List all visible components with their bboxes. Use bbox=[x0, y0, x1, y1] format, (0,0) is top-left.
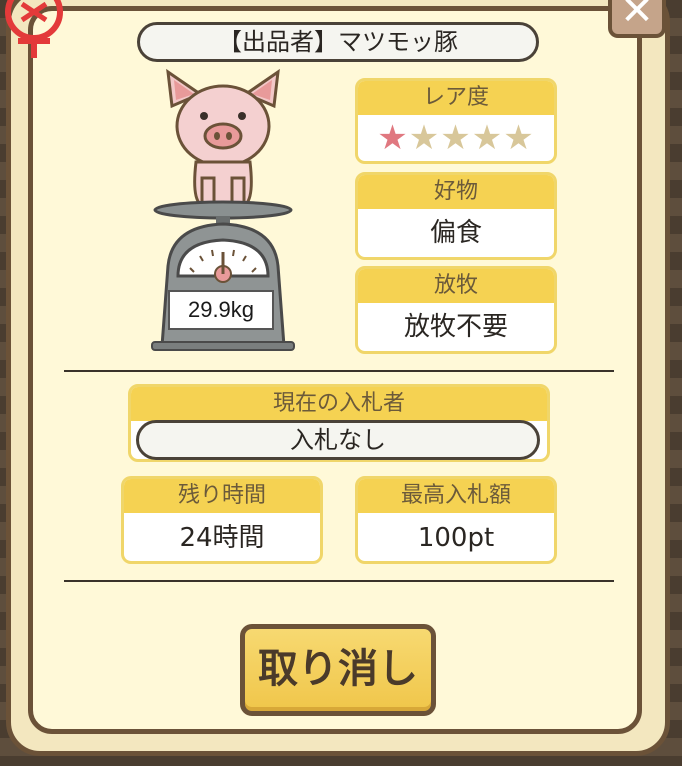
favorite-value: 偏食 bbox=[429, 218, 482, 248]
favorite-box: 好物 偏食 bbox=[355, 172, 557, 260]
grazing-box: 放牧 放牧不要 bbox=[355, 266, 557, 354]
rarity-label: レア度 bbox=[358, 81, 554, 115]
bidder-value: 入札なし bbox=[136, 420, 540, 460]
close-icon: ✕ bbox=[620, 0, 654, 34]
rarity-stars: ★★★★★ bbox=[358, 115, 554, 161]
close-button[interactable]: ✕ bbox=[608, 0, 666, 38]
weight-readout: 29.9kg bbox=[168, 290, 274, 330]
remaining-time-box: 残り時間 24時間 bbox=[121, 476, 323, 564]
stamp-icon bbox=[5, 0, 63, 58]
max-bid-value: 100pt bbox=[417, 523, 495, 553]
grazing-label: 放牧 bbox=[358, 269, 554, 303]
star-empty-icon: ★★★★ bbox=[408, 118, 535, 158]
remaining-time-value: 24時間 bbox=[179, 523, 265, 553]
star-filled-icon: ★ bbox=[377, 118, 409, 158]
max-bid-box: 最高入札額 100pt bbox=[355, 476, 557, 564]
cancel-button[interactable]: 取り消し bbox=[240, 624, 436, 716]
rarity-box: レア度 ★★★★★ bbox=[355, 78, 557, 164]
bidder-label: 現在の入札者 bbox=[131, 387, 547, 421]
divider bbox=[64, 580, 614, 582]
grazing-value: 放牧不要 bbox=[403, 312, 508, 342]
favorite-label: 好物 bbox=[358, 175, 554, 209]
remaining-time-label: 残り時間 bbox=[124, 479, 320, 513]
seller-label: 【出品者】マツモッ豚 bbox=[137, 22, 539, 62]
divider bbox=[64, 370, 614, 372]
max-bid-label: 最高入札額 bbox=[358, 479, 554, 513]
